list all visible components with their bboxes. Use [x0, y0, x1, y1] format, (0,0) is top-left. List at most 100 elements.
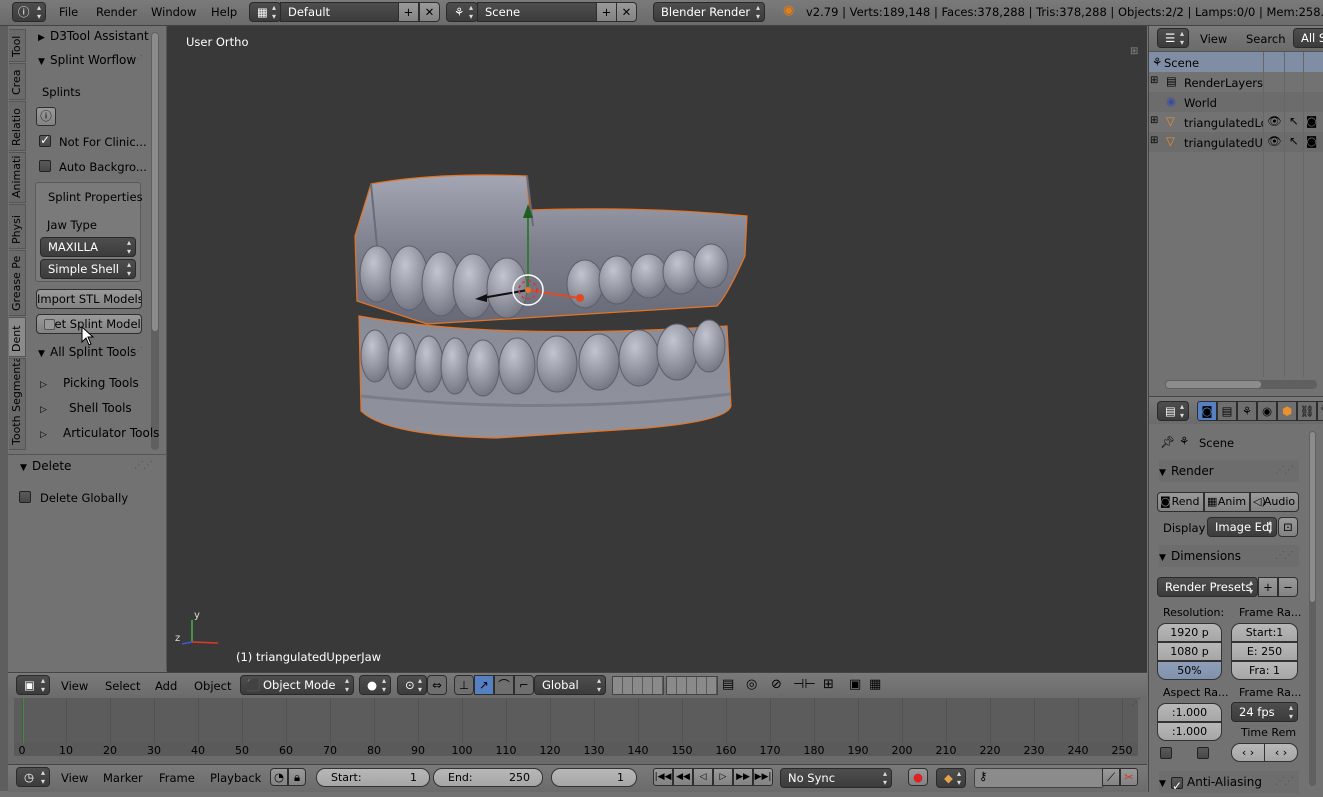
fps-dropdown[interactable]: 24 fps ▴ ▾ [1231, 702, 1298, 722]
menu-file[interactable]: File [59, 5, 78, 19]
scene-icon-button[interactable]: ⚘ ▴ ▾ [446, 2, 478, 22]
all-splint-tools-header[interactable]: ▼ All Splint Tools ⋰⋰ [38, 341, 148, 363]
selectable-cursor-icon[interactable]: ↖ [1289, 114, 1299, 128]
render-panel-header[interactable]: ▼ Render ⋰⋰ [1159, 460, 1299, 482]
visibility-eye-icon[interactable]: 👁︎ [1267, 114, 1282, 128]
aspect-y-field[interactable]: :1.000 [1157, 722, 1222, 741]
preview-range-icon[interactable]: ◔ [270, 768, 288, 786]
pivot-point-dropdown[interactable]: ⊙ ▴ ▾ [397, 675, 427, 695]
sync-dropdown[interactable]: No Sync ▴ ▾ [780, 768, 892, 788]
remove-preset-button[interactable]: − [1278, 577, 1298, 597]
selectable-cursor-icon[interactable]: ↖ [1289, 134, 1299, 148]
not-for-clinic-checkbox[interactable] [39, 133, 51, 147]
menu-window[interactable]: Window [151, 5, 196, 19]
expand-icon[interactable]: ⊞ [1150, 75, 1158, 86]
outliner-menu-view[interactable]: View [1200, 32, 1227, 46]
end-frame-field[interactable]: End: 250 [433, 768, 543, 787]
start-frame-field[interactable]: Start: 1 [316, 768, 430, 787]
keying-set-dropdown[interactable]: ◆ ▴ ▾ [936, 768, 966, 788]
render-audio-button[interactable]: ◁) Audio [1250, 492, 1299, 512]
menu-help[interactable]: Help [211, 5, 237, 19]
outliner-world[interactable]: World [1184, 96, 1217, 110]
editor-type-info[interactable]: ⓘ ▴ ▾ [12, 2, 46, 22]
add-preset-button[interactable]: + [1258, 577, 1278, 597]
transform-orientation-dropdown[interactable]: Global ▴ ▾ [534, 675, 606, 695]
crop-checkbox[interactable] [1197, 747, 1209, 759]
editor-type-3d-view[interactable]: ▣ ▴ ▾ [16, 675, 50, 695]
outliner-renderlayers[interactable]: RenderLayers [1184, 76, 1263, 90]
time-remap-old-field[interactable]: ‹ › [1231, 743, 1265, 762]
keying-set-field[interactable]: ⚷ [974, 768, 1104, 788]
screen-layout-field[interactable]: Default [280, 2, 399, 22]
editor-type-timeline[interactable]: ◷ ▴ ▾ [16, 767, 50, 787]
display-dropdown[interactable]: Image Edi ▴ ▾ [1207, 517, 1277, 537]
remove-scene-button[interactable]: ✕ [616, 2, 637, 22]
layer-buttons-2[interactable] [666, 676, 718, 695]
jump-end-icon[interactable]: ▶▶| [753, 768, 773, 786]
pin-icon[interactable]: 📌︎ [1160, 435, 1175, 449]
editor-type-outliner[interactable]: ☰ ▴ ▾ [1157, 28, 1189, 48]
render-layers-context-icon[interactable]: ▤ [1217, 401, 1237, 421]
constraints-context-icon[interactable]: ⛓ [1297, 401, 1317, 421]
articulator-tools-row[interactable]: ▷ Articulator Tools [40, 422, 159, 444]
render-still-button[interactable]: ◙ Rend [1157, 492, 1204, 512]
border-checkbox[interactable] [1160, 747, 1172, 759]
anti-aliasing-checkbox[interactable] [1171, 775, 1183, 797]
shell-type-dropdown[interactable]: Simple Shell ▴ ▾ [40, 259, 136, 279]
tab-animation[interactable]: Animati [9, 152, 26, 203]
proportional-edit-icon[interactable]: ◎ [746, 677, 757, 692]
insert-keyframe-icon[interactable]: ⟋ [1102, 768, 1120, 786]
resolution-percent-field[interactable]: 50% [1157, 661, 1222, 680]
timeline-collapse-icon[interactable]: ⋰ [1131, 697, 1141, 708]
delete-panel-header[interactable]: ▼ Delete ⋰⋰ [20, 455, 158, 477]
menu-select[interactable]: Select [105, 679, 140, 693]
aspect-x-field[interactable]: :1.000 [1157, 703, 1222, 722]
menu-object[interactable]: Object [194, 679, 231, 693]
drag-handle-icon[interactable]: ⋰⋰ [124, 341, 143, 363]
renderable-camera-icon[interactable]: ◙ [1306, 114, 1317, 128]
tl-menu-frame[interactable]: Frame [159, 771, 195, 785]
time-remap-new-field[interactable]: ‹ › [1264, 743, 1298, 762]
jaw-type-dropdown[interactable]: MAXILLA ▴ ▾ [40, 237, 136, 257]
scale-manipulator-icon[interactable]: ⌐ [514, 675, 534, 695]
delete-keyframe-icon[interactable]: ✂ [1120, 768, 1138, 786]
play-icon[interactable]: ▷ [713, 768, 733, 786]
tab-tool[interactable]: Tool [9, 29, 26, 62]
outliner-hscroll-thumb[interactable] [1166, 381, 1261, 388]
frame-step-field[interactable]: Fra: 1 [1231, 661, 1298, 680]
frame-start-field[interactable]: Start:1 [1231, 623, 1298, 642]
d3tool-panel-header[interactable]: ▶ D3Tool Assistant [38, 25, 149, 47]
lock-range-icon[interactable]: 🔒︎ [288, 768, 306, 786]
remove-screen-button[interactable]: ✕ [419, 2, 440, 22]
viewport-shading-dropdown[interactable]: ● ▴ ▾ [359, 675, 391, 695]
shell-tools-row[interactable]: ▷ Shell Tools [40, 397, 132, 419]
add-scene-button[interactable]: + [596, 2, 617, 22]
snap-magnet-icon[interactable]: ⊘ [771, 677, 782, 692]
outliner-filter-dropdown[interactable]: All S [1293, 28, 1323, 48]
splint-workflow-panel-header[interactable]: ▼ Splint Worflow ⋰⋰ [38, 49, 148, 71]
menu-add[interactable]: Add [155, 679, 177, 693]
screen-layout-icon-button[interactable]: ▦ ▴ ▾ [249, 2, 281, 22]
render-anim-button[interactable]: ▦ Anim [1204, 492, 1250, 512]
picking-tools-row[interactable]: ▷ Picking Tools [40, 372, 139, 394]
layer-buttons-1[interactable] [612, 676, 664, 695]
tl-menu-marker[interactable]: Marker [103, 771, 143, 785]
render-still-icon[interactable]: ▣ [849, 677, 861, 692]
display-window-icon[interactable]: ⊡ [1278, 517, 1298, 537]
expand-icon[interactable]: ⊞ [1150, 135, 1158, 146]
scene-field[interactable]: Scene [477, 2, 597, 22]
tl-menu-playback[interactable]: Playback [210, 771, 261, 785]
outliner-lower-jaw[interactable]: triangulatedLov [1184, 116, 1264, 130]
menu-render[interactable]: Render [96, 5, 137, 19]
record-icon[interactable]: ● [908, 768, 928, 786]
tab-tooth-segmentation[interactable]: Tooth Segmenta [9, 358, 26, 450]
visibility-eye-icon[interactable]: 👁︎ [1267, 134, 1282, 148]
anti-aliasing-panel-header[interactable]: ▼ Anti-Aliasing ⋰⋰ [1159, 771, 1299, 797]
dental-model-3d[interactable] [347, 166, 767, 441]
tool-shelf-scroll-thumb[interactable] [152, 33, 158, 331]
tab-create[interactable]: Crea [9, 63, 26, 100]
snap-element-icon[interactable]: ⊣⊢ [793, 677, 816, 692]
manipulator-toggle-icon[interactable]: ⊥ [454, 675, 474, 695]
renderable-camera-icon[interactable]: ◙ [1306, 134, 1317, 148]
tab-relations[interactable]: Relatio [9, 101, 26, 151]
